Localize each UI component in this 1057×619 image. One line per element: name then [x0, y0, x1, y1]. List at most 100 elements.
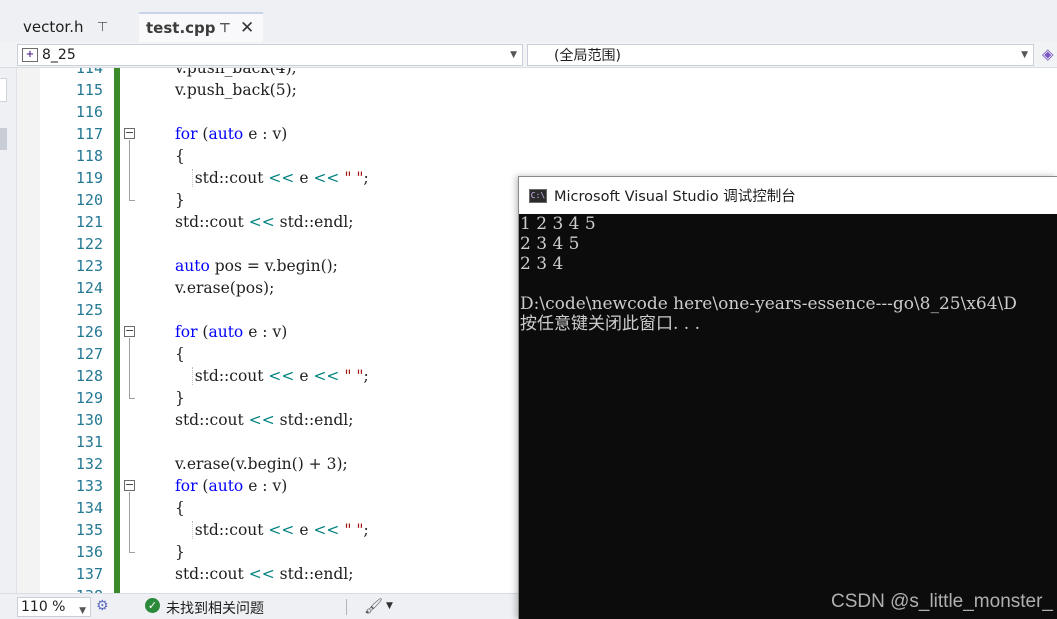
collapse-icon[interactable]: − — [124, 479, 135, 491]
navigation-bar: + 8_25 ▼ (全局范围) ▼ ◈ — [0, 42, 1057, 68]
code-text[interactable]: } — [175, 189, 185, 211]
indent-guide — [192, 169, 193, 187]
collapse-icon[interactable]: − — [124, 127, 135, 139]
code-text[interactable]: std::cout << e << " "; — [175, 365, 369, 387]
code-text[interactable]: v.push_back(5); — [175, 79, 297, 101]
code-line[interactable]: 118 { — [17, 145, 1057, 167]
close-icon[interactable]: ✕ — [240, 18, 254, 38]
zoom-level: 110 % — [21, 599, 66, 615]
tab-label: vector.h — [23, 18, 84, 36]
line-number: 131 — [75, 433, 103, 451]
code-cleanup-brush-icon[interactable]: 🖌 — [364, 597, 383, 615]
scope-name: (全局范围) — [554, 48, 621, 64]
console-app-icon: C:\ — [529, 188, 547, 203]
editor-status-bar: 110 % ▼ ⚙ ✓ 未找到相关问题 🖌 ▼ — [0, 593, 520, 619]
code-text[interactable]: v.erase(v.begin() + 3); — [175, 453, 348, 475]
code-line[interactable]: 116 — [17, 101, 1057, 123]
code-text[interactable]: std::cout << e << " "; — [175, 519, 369, 541]
fold-guide — [129, 338, 130, 398]
code-text[interactable]: std::cout << std::endl; — [175, 409, 353, 431]
code-line[interactable]: 117 for (auto e : v) — [17, 123, 1057, 145]
fold-end — [129, 398, 135, 399]
zoom-dropdown[interactable]: 110 % ▼ — [17, 597, 91, 617]
fold-end — [129, 200, 135, 201]
console-title-bar[interactable]: C:\ Microsoft Visual Studio 调试控制台 — [519, 177, 1057, 214]
code-text[interactable]: for (auto e : v) — [175, 321, 287, 343]
code-text[interactable]: std::cout << std::endl; — [175, 563, 353, 585]
line-number: 135 — [75, 521, 103, 539]
line-number: 128 — [75, 367, 103, 385]
document-tab-strip: vector.h ⊤ test.cpp ⊤ ✕ — [0, 0, 1057, 42]
pin-icon[interactable]: ⊤ — [219, 21, 231, 36]
line-number: 117 — [75, 125, 103, 143]
check-icon: ✓ — [145, 598, 160, 613]
collapse-icon[interactable]: − — [124, 325, 135, 337]
console-title: Microsoft Visual Studio 调试控制台 — [554, 189, 796, 205]
tab-vector-h[interactable]: vector.h ⊤ — [17, 12, 137, 42]
line-number: 138 — [47, 585, 103, 593]
line-number: 115 — [75, 81, 103, 99]
tab-label: test.cpp — [146, 19, 216, 37]
code-text[interactable]: } — [175, 387, 185, 409]
code-text[interactable]: { — [175, 497, 185, 519]
line-number: 130 — [75, 411, 103, 429]
line-number: 120 — [75, 191, 103, 209]
code-text[interactable]: { — [175, 145, 185, 167]
code-text[interactable]: for (auto e : v) — [175, 475, 287, 497]
console-line: 2 3 4 — [520, 254, 564, 274]
line-number: 134 — [75, 499, 103, 517]
indent-guide — [192, 521, 193, 539]
chevron-down-icon: ▼ — [1021, 50, 1028, 60]
side-tab-marker[interactable] — [0, 128, 7, 150]
code-text[interactable]: std::cout << std::endl; — [175, 211, 353, 233]
code-text[interactable]: } — [175, 541, 185, 563]
fold-guide — [129, 492, 130, 552]
code-text[interactable]: std::cout << e << " "; — [175, 167, 369, 189]
line-number: 116 — [75, 103, 103, 121]
project-icon: + — [22, 48, 38, 62]
chevron-down-icon: ▼ — [510, 50, 517, 60]
chevron-down-icon: ▼ — [79, 606, 86, 616]
member-cube-icon[interactable]: ◈ — [1042, 45, 1056, 63]
tab-test-cpp[interactable]: test.cpp ⊤ ✕ — [139, 12, 263, 42]
line-number: 125 — [75, 301, 103, 319]
line-number: 132 — [75, 455, 103, 473]
project-dropdown[interactable]: + 8_25 ▼ — [17, 44, 523, 66]
line-number: 118 — [75, 147, 103, 165]
code-text[interactable]: v.erase(pos); — [175, 277, 274, 299]
code-line[interactable]: 114 v.push_back(4); — [17, 68, 1057, 79]
line-number: 137 — [75, 565, 103, 583]
code-text[interactable]: auto pos = v.begin(); — [175, 255, 338, 277]
indent-guide — [192, 367, 193, 385]
line-number: 126 — [75, 323, 103, 341]
fold-guide — [129, 140, 130, 200]
issues-status[interactable]: 未找到相关问题 — [166, 598, 264, 618]
line-number: 133 — [75, 477, 103, 495]
project-name: 8_25 — [42, 47, 76, 63]
side-tab-marker[interactable] — [0, 78, 7, 102]
line-number: 121 — [75, 213, 103, 231]
debug-console-window[interactable]: C:\ Microsoft Visual Studio 调试控制台 1 2 3 … — [518, 176, 1057, 619]
scope-dropdown[interactable]: (全局范围) ▼ — [527, 44, 1034, 66]
console-line: 按任意键关闭此窗口. . . — [520, 314, 701, 334]
divider — [346, 599, 347, 615]
watermark: CSDN @s_little_monster_ — [830, 591, 1053, 612]
console-line: D:\code\newcode here\one-years-essence--… — [520, 294, 1017, 314]
fold-end — [129, 552, 135, 553]
code-text[interactable]: { — [175, 343, 185, 365]
console-line: 2 3 4 5 — [520, 234, 580, 254]
line-number: 136 — [75, 543, 103, 561]
line-number: 114 — [75, 68, 103, 77]
console-output[interactable]: 1 2 3 4 52 3 4 52 3 4 D:\code\newcode her… — [520, 214, 1057, 619]
line-number: 129 — [75, 389, 103, 407]
code-text[interactable]: for (auto e : v) — [175, 123, 287, 145]
code-line[interactable]: 115 v.push_back(5); — [17, 79, 1057, 101]
chevron-down-icon[interactable]: ▼ — [386, 601, 393, 611]
line-number: 124 — [75, 279, 103, 297]
pin-icon[interactable]: ⊤ — [97, 20, 108, 35]
intellicode-icon[interactable]: ⚙ — [96, 598, 109, 614]
line-number: 123 — [75, 257, 103, 275]
line-number: 122 — [75, 235, 103, 253]
code-text[interactable]: v.push_back(4); — [175, 68, 297, 79]
